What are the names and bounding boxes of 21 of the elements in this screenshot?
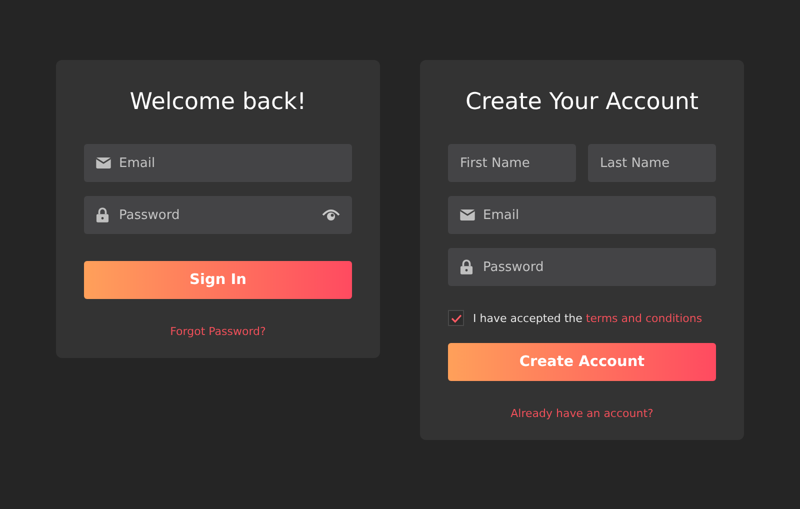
lock-icon <box>96 208 109 222</box>
email-field[interactable]: Email <box>84 144 352 182</box>
form-title: Welcome back! <box>128 88 308 117</box>
forgot-password-link[interactable]: Forgot Password? <box>170 325 266 338</box>
checkbox[interactable] <box>448 310 464 326</box>
terms-link[interactable]: terms and conditions <box>586 312 702 324</box>
consent-text: I have accepted the terms and conditions <box>473 312 702 324</box>
eye-icon[interactable] <box>322 209 340 221</box>
text-field[interactable]: First Name <box>448 144 576 182</box>
create-account-button[interactable]: Create Account <box>448 343 716 381</box>
sign-in-link[interactable]: Already have an account? <box>510 407 654 420</box>
lock-icon <box>460 260 473 274</box>
text-field[interactable]: Last Name <box>588 144 716 182</box>
form-title: Create Your Account <box>464 88 700 117</box>
password-field[interactable]: Password <box>448 248 716 286</box>
email-field[interactable]: Email <box>448 196 716 234</box>
sign-in-button[interactable]: Sign In <box>84 261 352 299</box>
checkmark-icon <box>450 314 462 322</box>
envelope-icon <box>460 210 475 220</box>
password-field[interactable]: Password <box>84 196 352 234</box>
envelope-icon <box>96 158 111 168</box>
